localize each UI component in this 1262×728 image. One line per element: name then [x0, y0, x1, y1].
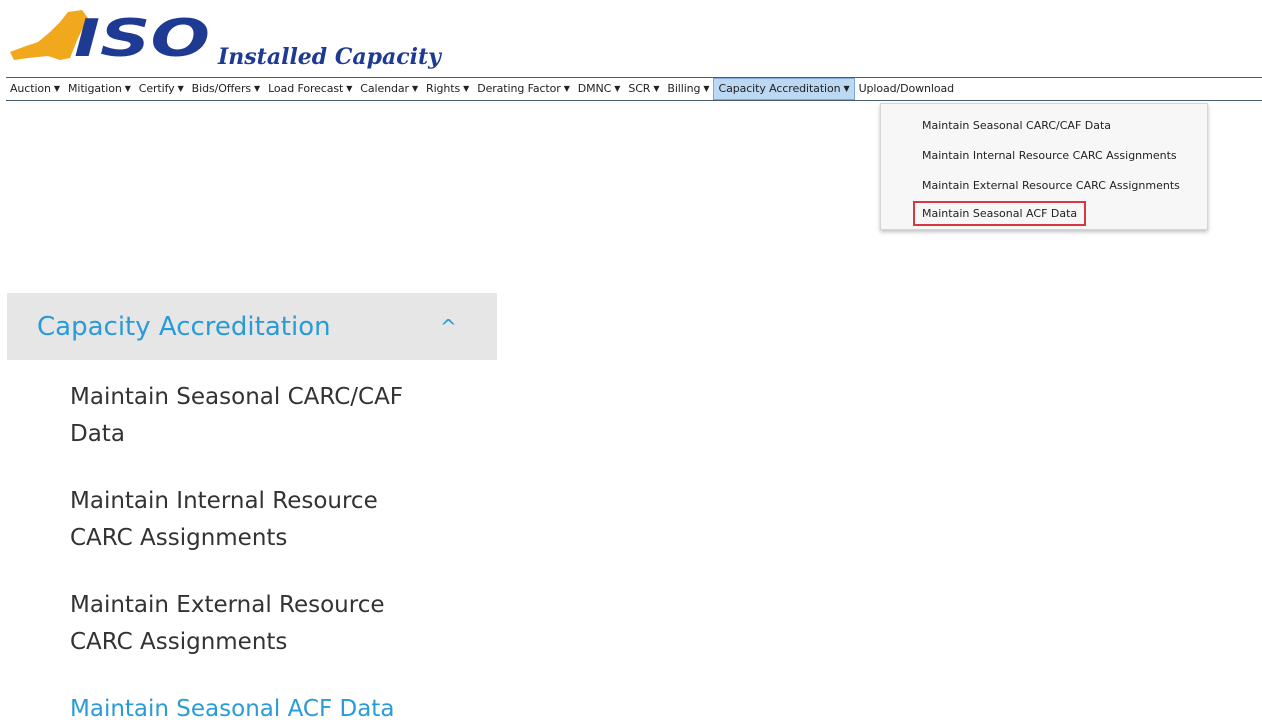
menu-item-rights[interactable]: Rights ▼: [422, 78, 473, 100]
caret-down-icon: ▼: [53, 84, 60, 93]
side-nav-link-line: Maintain Internal Resource: [70, 488, 378, 514]
caret-down-icon: ▼: [346, 84, 353, 93]
menu-item-mitigation[interactable]: Mitigation ▼: [64, 78, 135, 100]
side-nav-link-internal-resource-carc[interactable]: Maintain Internal Resource CARC Assignme…: [70, 483, 490, 557]
menu-item-label: Rights: [426, 82, 461, 95]
side-nav-link-line: Maintain Seasonal ACF Data: [70, 696, 395, 722]
menu-item-label: Upload/Download: [858, 82, 955, 95]
menu-item-label: Capacity Accreditation: [718, 82, 841, 95]
side-nav-link-line: Maintain Seasonal CARC/CAF: [70, 384, 404, 410]
menu-item-label: DMNC: [577, 82, 612, 95]
menu-item-label: Calendar: [360, 82, 409, 95]
menu-item-label: Derating Factor: [477, 82, 561, 95]
menu-item-label: SCR: [628, 82, 651, 95]
menu-item-bids-offers[interactable]: Bids/Offers ▼: [188, 78, 264, 100]
menu-item-label: Load Forecast: [268, 82, 344, 95]
menu-item-dmnc[interactable]: DMNC ▼: [574, 78, 625, 100]
chevron-up-icon[interactable]: ^: [440, 315, 457, 339]
caret-down-icon: ▼: [124, 84, 131, 93]
dropdown-item-seasonal-acf[interactable]: Maintain Seasonal ACF Data: [912, 201, 1087, 226]
side-nav-link-seasonal-carc-caf[interactable]: Maintain Seasonal CARC/CAF Data: [70, 379, 490, 453]
side-nav-section-header[interactable]: Capacity Accreditation ^: [7, 293, 497, 360]
caret-down-icon: ▼: [653, 84, 660, 93]
menu-item-upload-download[interactable]: Upload/Download: [855, 78, 958, 100]
side-nav-title: Capacity Accreditation: [37, 312, 331, 342]
menu-item-calendar[interactable]: Calendar ▼: [356, 78, 422, 100]
menu-item-label: Mitigation: [67, 82, 122, 95]
dropdown-item-internal-resource-carc[interactable]: Maintain Internal Resource CARC Assignme…: [922, 149, 1177, 162]
menu-item-certify[interactable]: Certify ▼: [135, 78, 188, 100]
menu-item-capacity-accreditation[interactable]: Capacity Accreditation ▼: [713, 78, 855, 100]
caret-down-icon: ▼: [843, 84, 850, 93]
caret-down-icon: ▼: [177, 84, 184, 93]
caret-down-icon: ▼: [563, 84, 570, 93]
nyiso-logo: ISO: [10, 9, 210, 68]
side-nav-link-line: CARC Assignments: [70, 629, 288, 655]
main-menu-bar: Auction ▼ Mitigation ▼ Certify ▼ Bids/Offers ▼ L…: [6, 77, 1262, 101]
app-title: Installed Capacity: [218, 44, 441, 70]
side-nav-link-seasonal-acf[interactable]: Maintain Seasonal ACF Data: [70, 691, 490, 728]
menu-item-label: Billing: [667, 82, 701, 95]
menu-item-label: Bids/Offers: [191, 82, 252, 95]
menu-item-scr[interactable]: SCR ▼: [624, 78, 663, 100]
caret-down-icon: ▼: [411, 84, 419, 93]
menu-item-derating-factor[interactable]: Derating Factor ▼: [473, 78, 574, 100]
side-nav-link-external-resource-carc[interactable]: Maintain External Resource CARC Assignme…: [70, 587, 490, 661]
side-nav-link-line: CARC Assignments: [70, 525, 288, 551]
side-nav-link-line: Data: [70, 421, 125, 447]
menu-item-billing[interactable]: Billing ▼: [663, 78, 713, 100]
menu-item-label: Auction: [10, 82, 51, 95]
menu-item-auction[interactable]: Auction ▼: [6, 78, 64, 100]
menu-item-load-forecast[interactable]: Load Forecast ▼: [264, 78, 356, 100]
menu-item-label: Certify: [138, 82, 175, 95]
logo-text: ISO: [74, 9, 210, 68]
caret-down-icon: ▼: [254, 84, 261, 93]
dropdown-item-external-resource-carc[interactable]: Maintain External Resource CARC Assignme…: [922, 179, 1180, 192]
side-nav-link-line: Maintain External Resource: [70, 592, 385, 618]
caret-down-icon: ▼: [703, 84, 710, 93]
capacity-accreditation-dropdown: Maintain Seasonal CARC/CAF Data Maintain…: [880, 103, 1208, 230]
dropdown-item-seasonal-carc-caf[interactable]: Maintain Seasonal CARC/CAF Data: [922, 119, 1111, 132]
caret-down-icon: ▼: [463, 84, 470, 93]
caret-down-icon: ▼: [614, 84, 621, 93]
